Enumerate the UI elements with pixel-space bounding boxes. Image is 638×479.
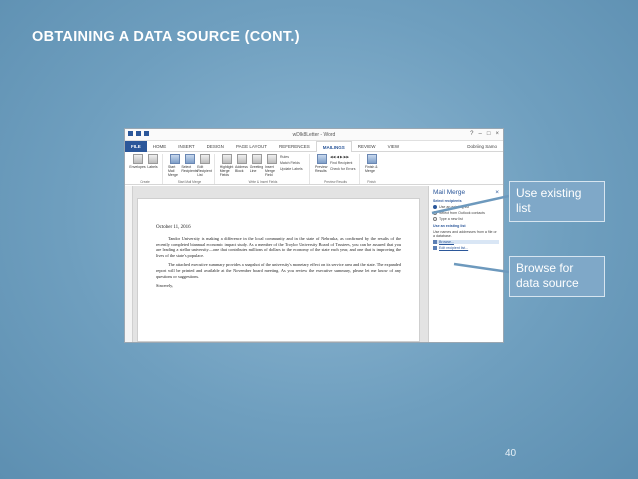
match-fields-button[interactable]: Match Fields bbox=[280, 161, 306, 165]
envelope-icon bbox=[132, 154, 143, 164]
pane-section-heading: Use an existing list bbox=[433, 224, 466, 228]
letter-paragraph: Tandor University is making a difference… bbox=[156, 236, 401, 258]
preview-icon bbox=[316, 154, 327, 164]
tab-references[interactable]: REFERENCES bbox=[273, 141, 316, 152]
folder-icon bbox=[433, 240, 437, 244]
page-number: 40 bbox=[505, 448, 517, 459]
minimize-icon[interactable]: – bbox=[479, 131, 482, 137]
pane-section-heading: Select recipients bbox=[433, 199, 462, 203]
document-area: October 11, 2016 Tandor University is ma… bbox=[125, 186, 428, 342]
greeting-icon bbox=[251, 154, 262, 164]
ribbon-group-write-insert: Highlight Merge Fields Address Block Gre… bbox=[217, 154, 310, 184]
update-labels-button[interactable]: Update Labels bbox=[280, 167, 306, 171]
highlight-icon bbox=[221, 154, 232, 164]
tab-file[interactable]: FILE bbox=[125, 140, 147, 152]
letter-date: October 11, 2016 bbox=[156, 225, 191, 230]
group-label: Start Mail Merge bbox=[177, 180, 202, 184]
radio-existing-list[interactable]: Use an existing list bbox=[433, 205, 499, 209]
group-label: Finish bbox=[367, 180, 376, 184]
ribbon-group-preview: Preview Results ◀◀ ◀ ▶ ▶▶ Find Recipient… bbox=[312, 154, 360, 184]
letter-closing: Sincerely, bbox=[156, 283, 174, 289]
letter-paragraph: The attached executive summary provides … bbox=[156, 262, 401, 279]
check-errors-button[interactable]: Check for Errors bbox=[330, 167, 356, 171]
rules-button[interactable]: Rules bbox=[280, 155, 306, 159]
edit-icon bbox=[433, 246, 437, 250]
radio-icon bbox=[433, 211, 437, 215]
ribbon-tabs: FILE HOME INSERT DESIGN PAGE LAYOUT REFE… bbox=[125, 140, 503, 152]
ribbon: Envelopes Labels Create Start Mail Merge… bbox=[125, 152, 503, 185]
tab-page-layout[interactable]: PAGE LAYOUT bbox=[230, 141, 273, 152]
tab-view[interactable]: VIEW bbox=[382, 141, 406, 152]
radio-new-list[interactable]: Type a new list bbox=[433, 217, 499, 221]
word-titlebar: wDlk8Letter - Word ? – □ × bbox=[125, 129, 503, 141]
radio-icon bbox=[433, 217, 437, 221]
ribbon-group-start-mail-merge: Start Mail Merge Select Recipients Edit … bbox=[165, 154, 215, 184]
window-title: wDlk8Letter - Word bbox=[292, 132, 336, 138]
pane-title: Mail Merge × bbox=[433, 189, 499, 196]
label-icon bbox=[147, 154, 158, 164]
tab-insert[interactable]: INSERT bbox=[172, 141, 200, 152]
nav-arrows[interactable]: ◀◀ ◀ ▶ ▶▶ bbox=[330, 155, 356, 159]
mail-merge-icon bbox=[169, 154, 180, 164]
callout-browse-data-source: Browse for data source bbox=[509, 256, 605, 297]
document-page[interactable]: October 11, 2016 Tandor University is ma… bbox=[137, 198, 420, 342]
browse-link[interactable]: Browse... bbox=[433, 240, 499, 244]
finish-icon bbox=[366, 154, 377, 164]
find-recipient-button[interactable]: Find Recipient bbox=[330, 161, 356, 165]
pane-description: Use names and addresses from a file or a… bbox=[433, 230, 497, 238]
ribbon-group-create: Envelopes Labels Create bbox=[128, 154, 163, 184]
window-controls: ? – □ × bbox=[470, 131, 499, 137]
account-name[interactable]: Dobriing Samo bbox=[467, 144, 497, 149]
edit-recipient-list-link[interactable]: Edit recipient list... bbox=[433, 246, 499, 250]
maximize-icon[interactable]: □ bbox=[487, 131, 491, 137]
word-screenshot: wDlk8Letter - Word ? – □ × FILE HOME INS… bbox=[124, 128, 504, 343]
radio-selected-icon bbox=[433, 205, 437, 209]
tab-design[interactable]: DESIGN bbox=[201, 141, 230, 152]
close-icon[interactable]: × bbox=[495, 189, 499, 196]
tab-review[interactable]: REVIEW bbox=[352, 141, 382, 152]
mail-merge-pane: Mail Merge × Select recipients Use an ex… bbox=[428, 186, 503, 342]
merge-field-icon bbox=[266, 154, 277, 164]
help-icon[interactable]: ? bbox=[470, 131, 473, 137]
ribbon-group-finish: Finish & Merge Finish bbox=[362, 154, 381, 184]
workspace: October 11, 2016 Tandor University is ma… bbox=[125, 186, 503, 342]
group-label: Preview Results bbox=[324, 180, 347, 184]
group-label: Create bbox=[140, 180, 150, 184]
vertical-ruler bbox=[125, 186, 133, 342]
recipients-icon bbox=[184, 154, 195, 164]
callout-use-existing-list: Use existing list bbox=[509, 181, 605, 222]
tab-home[interactable]: HOME bbox=[147, 141, 173, 152]
group-label: Write & Insert Fields bbox=[248, 180, 278, 184]
tab-mailings[interactable]: MAILINGS bbox=[315, 140, 352, 152]
radio-outlook-contacts[interactable]: Select from Outlook contacts bbox=[433, 211, 499, 215]
close-icon[interactable]: × bbox=[495, 131, 499, 137]
slide-title: OBTAINING A DATA SOURCE (CONT.) bbox=[32, 29, 300, 45]
address-block-icon bbox=[236, 154, 247, 164]
edit-list-icon bbox=[199, 154, 210, 164]
